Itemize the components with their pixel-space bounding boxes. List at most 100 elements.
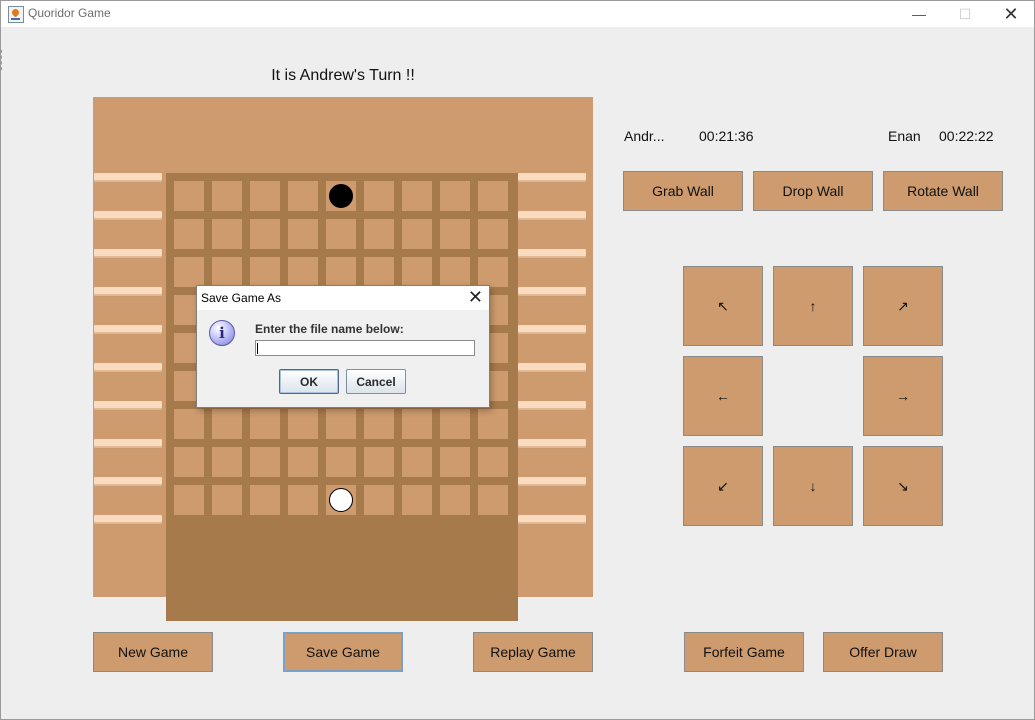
board-cell[interactable] <box>402 409 432 439</box>
board-cell[interactable] <box>478 409 508 439</box>
wall-stock-right[interactable] <box>518 401 586 408</box>
board-cell[interactable] <box>478 485 508 515</box>
board-cell[interactable] <box>326 219 356 249</box>
board-cell[interactable] <box>478 219 508 249</box>
board-cell[interactable] <box>174 181 204 211</box>
wall-stock-left[interactable] <box>94 249 162 256</box>
ok-button[interactable]: OK <box>279 369 339 394</box>
wall-stock-left[interactable] <box>94 477 162 484</box>
file-name-input[interactable] <box>255 340 475 356</box>
wall-stock-left[interactable] <box>94 439 162 446</box>
wall-stock-left[interactable] <box>94 515 162 522</box>
wall-stock-left[interactable] <box>94 211 162 218</box>
replay-game-button[interactable]: Replay Game <box>473 632 593 672</box>
move-left-button[interactable]: ← <box>683 356 763 436</box>
new-game-button[interactable]: New Game <box>93 632 213 672</box>
board-cell[interactable] <box>402 485 432 515</box>
board-cell[interactable] <box>402 219 432 249</box>
board-cell[interactable] <box>250 409 280 439</box>
wall-stock-right[interactable] <box>518 439 586 446</box>
wall-stock-right[interactable] <box>518 173 586 180</box>
board-cell[interactable] <box>440 181 470 211</box>
board-cell[interactable] <box>478 257 508 287</box>
wall-stock-right[interactable] <box>518 249 586 256</box>
drop-wall-button[interactable]: Drop Wall <box>753 171 873 211</box>
move-down-button[interactable]: ↓ <box>773 446 853 526</box>
board-cell[interactable] <box>250 257 280 287</box>
board-cell[interactable] <box>288 181 318 211</box>
board-cell[interactable] <box>326 447 356 477</box>
board-cell[interactable] <box>174 219 204 249</box>
board-cell[interactable] <box>364 219 394 249</box>
board-cell[interactable] <box>478 181 508 211</box>
board-cell[interactable] <box>174 447 204 477</box>
move-up-button[interactable]: ↑ <box>773 266 853 346</box>
board-cell[interactable] <box>212 181 242 211</box>
board-cell[interactable] <box>326 257 356 287</box>
board-cell[interactable] <box>402 447 432 477</box>
move-up-right-button[interactable]: ↗ <box>863 266 943 346</box>
black-pawn[interactable] <box>329 184 353 208</box>
move-down-left-button[interactable]: ↙ <box>683 446 763 526</box>
wall-stock-right[interactable] <box>518 211 586 218</box>
board-cell[interactable] <box>364 181 394 211</box>
wall-stock-right[interactable] <box>518 287 586 294</box>
grab-wall-button[interactable]: Grab Wall <box>623 171 743 211</box>
wall-stock-left[interactable] <box>94 401 162 408</box>
board-cell[interactable] <box>288 409 318 439</box>
board-cell[interactable] <box>440 485 470 515</box>
dialog-close-icon[interactable]: ✕ <box>468 287 483 308</box>
board-cell[interactable] <box>402 181 432 211</box>
board-cell[interactable] <box>440 447 470 477</box>
board-cell[interactable] <box>288 447 318 477</box>
board-cell[interactable] <box>212 447 242 477</box>
board-cell[interactable] <box>250 219 280 249</box>
text-caret <box>257 343 258 354</box>
move-down-right-button[interactable]: ↘ <box>863 446 943 526</box>
close-window-button[interactable]: ✕ <box>988 1 1034 27</box>
rotate-wall-button[interactable]: Rotate Wall <box>883 171 1003 211</box>
board-cell[interactable] <box>250 181 280 211</box>
wall-stock-right[interactable] <box>518 515 586 522</box>
white-pawn[interactable] <box>329 488 353 512</box>
wall-stock-left[interactable] <box>94 173 162 180</box>
forfeit-game-button[interactable]: Forfeit Game <box>684 632 804 672</box>
board-cell[interactable] <box>440 409 470 439</box>
board-cell[interactable] <box>326 409 356 439</box>
board-cell[interactable] <box>212 219 242 249</box>
board-cell[interactable] <box>288 485 318 515</box>
wall-stock-right[interactable] <box>518 363 586 370</box>
board-cell[interactable] <box>402 257 432 287</box>
wall-stock-left[interactable] <box>94 363 162 370</box>
board-cell[interactable] <box>212 409 242 439</box>
minimize-button[interactable]: — <box>896 1 942 27</box>
board-cell[interactable] <box>288 257 318 287</box>
board-cell[interactable] <box>212 257 242 287</box>
move-up-left-button[interactable]: ↖ <box>683 266 763 346</box>
wall-stock-right[interactable] <box>518 477 586 484</box>
board-cell[interactable] <box>174 257 204 287</box>
player-1-timer: 00:21:36 <box>699 128 754 144</box>
save-game-button[interactable]: Save Game <box>283 632 403 672</box>
board-cell[interactable] <box>250 485 280 515</box>
board-cell[interactable] <box>364 485 394 515</box>
board-cell[interactable] <box>364 409 394 439</box>
board-cell[interactable] <box>478 447 508 477</box>
wall-stock-right[interactable] <box>518 325 586 332</box>
board-cell[interactable] <box>440 257 470 287</box>
offer-draw-button[interactable]: Offer Draw <box>823 632 943 672</box>
board-cell[interactable] <box>212 485 242 515</box>
player-1-name: Andr... <box>624 128 665 144</box>
maximize-button[interactable]: ☐ <box>942 1 988 27</box>
board-cell[interactable] <box>364 447 394 477</box>
board-cell[interactable] <box>364 257 394 287</box>
cancel-button[interactable]: Cancel <box>346 369 406 394</box>
move-right-button[interactable]: → <box>863 356 943 436</box>
board-cell[interactable] <box>174 485 204 515</box>
wall-stock-left[interactable] <box>94 325 162 332</box>
board-cell[interactable] <box>440 219 470 249</box>
board-cell[interactable] <box>288 219 318 249</box>
board-cell[interactable] <box>174 409 204 439</box>
board-cell[interactable] <box>250 447 280 477</box>
wall-stock-left[interactable] <box>94 287 162 294</box>
